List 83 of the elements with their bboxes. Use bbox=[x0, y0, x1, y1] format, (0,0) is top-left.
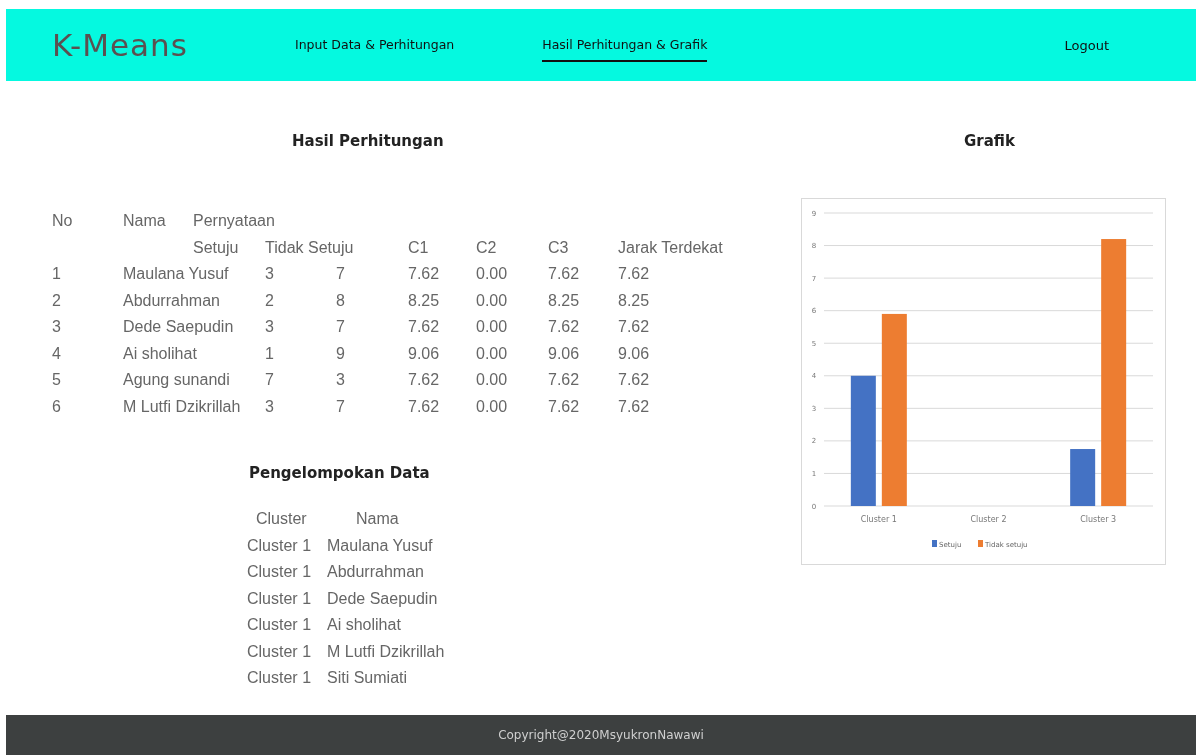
column-header: Pernyataan bbox=[193, 212, 275, 231]
table-cell-text: 7.62 bbox=[548, 371, 581, 390]
table-cell: Siti Sumiati bbox=[327, 669, 408, 688]
table-cell-text: 7.62 bbox=[408, 371, 441, 390]
table-cell-text: 7.62 bbox=[548, 318, 581, 337]
section-title: Grafik bbox=[964, 132, 1015, 150]
table-cell-text: 2 bbox=[52, 291, 62, 310]
table-cell-text: 7 bbox=[336, 265, 346, 284]
table-cell-text: 8.25 bbox=[618, 291, 651, 310]
table-cell-text: 1 bbox=[265, 344, 275, 363]
table-cell-text: 9.06 bbox=[548, 344, 581, 363]
table-cell: Maulana Yusuf bbox=[327, 536, 433, 555]
table-cell-text: 5 bbox=[52, 371, 62, 390]
column-header: Cluster bbox=[255, 510, 308, 529]
table-cell-text: 0.00 bbox=[476, 265, 509, 284]
table-cell-text: 9 bbox=[336, 344, 346, 363]
nav-link[interactable]: Hasil Perhitungan & Grafik bbox=[542, 28, 708, 62]
table-cell-text: 3 bbox=[265, 265, 275, 284]
category-label: Cluster 2 bbox=[970, 515, 1007, 524]
table-cell-text: 0.00 bbox=[476, 318, 509, 337]
table-cell-text: 7.62 bbox=[408, 265, 441, 284]
bar bbox=[1070, 449, 1096, 506]
column-header: Setuju bbox=[193, 238, 240, 257]
table-cell-text: 7.62 bbox=[408, 397, 441, 416]
section-title: Hasil Perhitungan bbox=[292, 132, 445, 150]
table-cell-text: Dede Saepudin bbox=[123, 318, 235, 337]
table-cell-text: 7.62 bbox=[548, 265, 581, 284]
table-cell-text: Cluster 1 bbox=[247, 669, 313, 688]
table-cell-text: 7 bbox=[336, 318, 346, 337]
column-header: C1 bbox=[408, 238, 430, 257]
table-cell-text: 7.62 bbox=[548, 397, 581, 416]
table-cell: Abdurrahman bbox=[327, 563, 424, 582]
table-cell-text: Maulana Yusuf bbox=[123, 265, 230, 284]
table-cell: Dede Saepudin bbox=[327, 589, 438, 608]
table-cell-text: 6 bbox=[52, 397, 62, 416]
column-header: No bbox=[52, 212, 74, 231]
table-cell-text: 9.06 bbox=[408, 344, 441, 363]
column-header: C3 bbox=[548, 238, 570, 257]
section-title: Pengelompokan Data bbox=[249, 464, 431, 482]
logo-text[interactable]: K-Means bbox=[52, 27, 295, 63]
table-cell-text: 3 bbox=[265, 397, 275, 416]
table-cell-text: 7.62 bbox=[618, 371, 651, 390]
table-cell-text: Cluster 1 bbox=[247, 642, 313, 661]
table-cell-text: 3 bbox=[52, 318, 62, 337]
column-header: Nama bbox=[355, 510, 399, 529]
table-cell: M Lutfi Dzikrillah bbox=[327, 642, 445, 661]
table-cell-text: 8.25 bbox=[408, 291, 441, 310]
table-cell-text: 0.00 bbox=[476, 344, 509, 363]
table-cell: Ai sholihat bbox=[327, 616, 401, 635]
table-cell-text: 9.06 bbox=[618, 344, 651, 363]
table-cell-text: 7 bbox=[336, 397, 346, 416]
table-cell-text: 3 bbox=[265, 318, 275, 337]
table-cell-text: 3 bbox=[336, 371, 346, 390]
table-cell-text: 7.62 bbox=[618, 318, 651, 337]
table-cell-text: 7.62 bbox=[408, 318, 441, 337]
column-header: C2 bbox=[476, 238, 498, 257]
table-cell-text: 7.62 bbox=[618, 397, 651, 416]
table-cell-text: Cluster 1 bbox=[247, 536, 313, 555]
category-label: Cluster 1 bbox=[860, 515, 897, 524]
column-header: Nama bbox=[123, 212, 167, 231]
table-cell-text: Cluster 1 bbox=[247, 589, 313, 608]
logout-link[interactable]: Logout bbox=[1064, 37, 1109, 53]
category-label: Cluster 3 bbox=[1080, 515, 1117, 524]
column-header: Jarak Terdekat bbox=[618, 238, 724, 257]
table-cell-text: 1 bbox=[52, 265, 62, 284]
table-cell-text: Cluster 1 bbox=[247, 616, 313, 635]
table-cell-text: M Lutfi Dzikrillah bbox=[123, 397, 242, 416]
nav-link[interactable]: Input Data & Perhitungan bbox=[295, 28, 455, 62]
table-cell-text: 8.25 bbox=[548, 291, 581, 310]
table-cell-text: 0.00 bbox=[476, 371, 509, 390]
table-cell-text: 8 bbox=[336, 291, 346, 310]
table-cell-text: 0.00 bbox=[476, 291, 509, 310]
column-header: Tidak Setuju bbox=[265, 238, 355, 257]
table-cell-text: 7 bbox=[265, 371, 275, 390]
table-cell-text: Agung sunandi bbox=[123, 371, 231, 390]
table-cell-text: 0.00 bbox=[476, 397, 509, 416]
table-cell-text: Ai sholihat bbox=[123, 344, 198, 363]
table-cell-text: Abdurrahman bbox=[123, 291, 221, 310]
copyright-text: Copyright@2020MsyukronNawawi bbox=[498, 728, 704, 742]
table-cell-text: 7.62 bbox=[618, 265, 651, 284]
table-cell-text: 4 bbox=[52, 344, 62, 363]
table-cell-text: 2 bbox=[265, 291, 275, 310]
table-cell-text: Cluster 1 bbox=[247, 563, 313, 582]
